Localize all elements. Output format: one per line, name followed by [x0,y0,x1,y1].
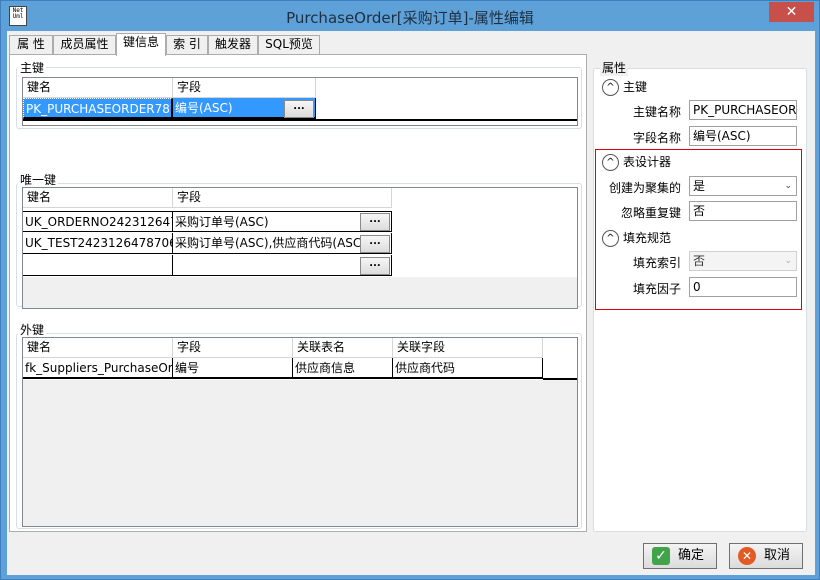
title-bar[interactable]: Net Uml PurchaseOrder[采购订单]-属性编辑 — ✕ [1,1,819,31]
tab-triggers[interactable]: 触发器 [208,35,258,54]
key-info-panel: 主键 键名 字段 PK_PURCHASEORDER787 编号(ASC) ...… [9,54,587,532]
tab-member-properties[interactable]: 成员属性 [53,35,116,54]
primary-key-label: 主键 [18,59,47,76]
window-title: PurchaseOrder[采购订单]-属性编辑 [286,9,534,27]
fill-index-label: 填充索引 [632,256,681,270]
pk-row-name-cell[interactable]: PK_PURCHASEORDER787 [23,98,173,119]
fk-row-name-cell[interactable]: fk_Suppliers_PurchaseOrder [23,358,173,379]
column-header-ref-field[interactable]: 关联字段 [393,338,543,358]
chevron-down-icon: ⌄ [784,181,792,191]
pk-field-picker-button[interactable]: ... [284,100,314,118]
tab-properties[interactable]: 属 性 [9,35,53,54]
foreign-key-label: 外键 [18,321,47,338]
pk-name-field[interactable]: PK_PURCHASEORDER787 [689,100,797,120]
dialog-client: 属 性 成员属性 键信息 索 引 触发器 SQL预览 主键 键名 字段 PK_P… [7,31,815,575]
column-header-key-name[interactable]: 键名 [23,188,173,208]
checkmark-icon: ✓ [652,547,670,565]
column-header-ref-table[interactable]: 关联表名 [293,338,393,358]
tab-key-info[interactable]: 键信息 [116,33,166,56]
cancel-button-label: 取消 [764,548,791,563]
collapse-icon[interactable]: ^ [602,154,619,171]
uk-new-row-name-cell[interactable] [23,255,173,276]
column-header-key-name[interactable]: 键名 [23,338,173,358]
chevron-down-icon: ⌄ [784,256,792,266]
dialog-window: Net Uml PurchaseOrder[采购订单]-属性编辑 — ✕ 属 性… [0,0,820,580]
section-table-designer[interactable]: ^ 表设计器 [602,153,671,171]
fk-row-ref-table-cell[interactable]: 供应商信息 [293,358,393,379]
section-primary-key-label: 主键 [623,80,648,94]
column-header-key-name[interactable]: 键名 [23,78,173,98]
cancel-icon: ✕ [738,547,756,565]
field-name-field[interactable]: 编号(ASC) [689,126,797,146]
foreign-key-grid[interactable]: 键名 字段 关联表名 关联字段 fk_Suppliers_PurchaseOrd… [22,337,578,527]
fk-row-field-cell[interactable]: 编号 [173,358,293,379]
close-button[interactable]: ✕ [769,2,814,22]
fk-grid-bottom-line [543,378,577,380]
ok-button[interactable]: ✓ 确定 [643,543,717,569]
fill-index-select: 否 ⌄ [689,251,797,271]
tab-sql-preview[interactable]: SQL预览 [258,35,320,54]
section-table-designer-label: 表设计器 [623,155,672,169]
cancel-button[interactable]: ✕ 取消 [729,543,803,569]
collapse-icon[interactable]: ^ [602,79,619,96]
grid-empty-area [23,380,577,526]
pk-grid-bottom-line [23,119,577,121]
clustered-value: 是 [693,179,706,193]
fill-factor-label: 填充因子 [632,282,681,296]
pk-name-label: 主键名称 [632,105,681,119]
tab-indexes[interactable]: 索 引 [166,35,208,54]
section-primary-key[interactable]: ^ 主键 [602,78,647,96]
collapse-icon[interactable]: ^ [602,230,619,247]
grid-empty-area [23,277,577,308]
section-fill-spec[interactable]: ^ 填充规范 [602,229,671,247]
ignore-dup-key-label: 忽略重复键 [620,206,681,220]
uk-new-row-field-picker-button[interactable]: ... [360,257,390,275]
unique-key-grid[interactable]: 键名 字段 UK_ORDERNO242312647 采购订单号(ASC) ...… [22,187,578,309]
uk-row-1-name-cell[interactable]: UK_ORDERNO242312647 [23,211,173,232]
clustered-label: 创建为聚集的 [608,181,681,195]
fill-index-value: 否 [693,254,706,268]
clustered-select[interactable]: 是 ⌄ [689,176,797,196]
column-header-field[interactable]: 字段 [173,188,392,208]
property-panel-title: 属性 [600,59,629,76]
primary-key-grid[interactable]: 键名 字段 PK_PURCHASEORDER787 编号(ASC) ... [22,77,578,126]
section-fill-spec-label: 填充规范 [623,231,672,245]
uk-row-2-name-cell[interactable]: UK_TEST24231264787060 [23,233,173,254]
ok-button-label: 确定 [678,548,705,563]
unique-key-label: 唯一键 [18,171,59,188]
column-header-field[interactable]: 字段 [173,78,316,98]
uk-row-2-field-picker-button[interactable]: ... [360,235,390,253]
field-name-label: 字段名称 [632,131,681,145]
uk-row-1-field-picker-button[interactable]: ... [360,213,390,231]
ignore-dup-key-field[interactable]: 否 [689,201,797,221]
fill-factor-field[interactable]: 0 [689,277,797,297]
fk-row-ref-field-cell[interactable]: 供应商代码 [393,358,543,379]
column-header-field[interactable]: 字段 [173,338,293,358]
